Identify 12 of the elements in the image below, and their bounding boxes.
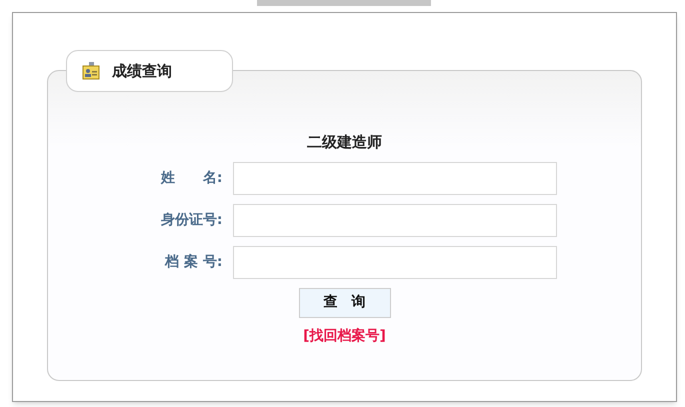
tab-title: 成绩查询 — [112, 60, 172, 82]
input-field[interactable] — [232, 162, 556, 194]
input-field[interactable] — [232, 204, 556, 236]
query-button[interactable]: 查 询 — [298, 288, 390, 318]
query-tab[interactable]: 成绩查询 — [66, 50, 233, 92]
field-label: 身份证号: — [160, 210, 222, 230]
form-heading: 二级建造师 — [307, 132, 382, 153]
input-field[interactable] — [232, 246, 556, 278]
field-label: 档 案 号: — [164, 252, 222, 272]
field-label: 姓 名: — [160, 168, 222, 188]
recover-file-number-link[interactable]: [找回档案号] — [303, 326, 386, 346]
id-badge-icon — [82, 62, 100, 80]
